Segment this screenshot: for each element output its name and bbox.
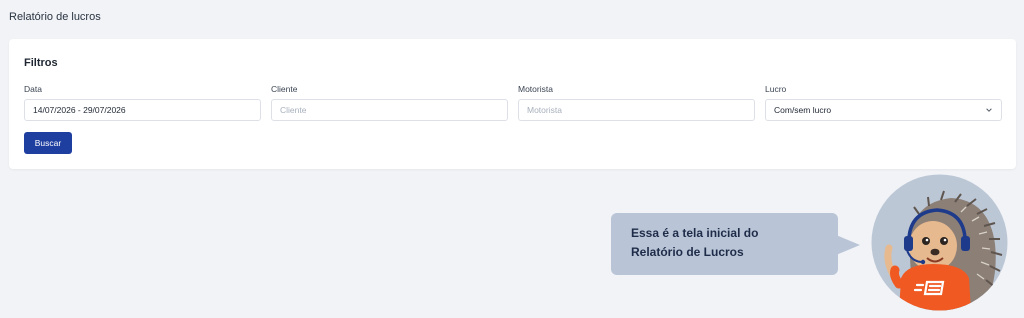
chevron-down-icon xyxy=(986,108,992,112)
client-label: Cliente xyxy=(271,84,298,94)
client-field-group: Cliente Cliente xyxy=(271,84,508,121)
driver-field-group: Motorista Motorista xyxy=(518,84,755,121)
page-title: Relatório de lucros xyxy=(9,11,101,23)
date-range-input[interactable]: 14/07/2026 - 29/07/2026 xyxy=(24,99,261,121)
profit-label: Lucro xyxy=(765,84,787,94)
filters-card: Filtros Data 14/07/2026 - 29/07/2026 Cli… xyxy=(9,39,1016,169)
search-button[interactable]: Buscar xyxy=(24,132,72,154)
assistant-speech-bubble: Essa é a tela inicial do Relatório de Lu… xyxy=(611,213,838,275)
date-label: Data xyxy=(24,84,42,94)
profit-select-value: Com/sem lucro xyxy=(774,105,832,115)
driver-input[interactable]: Motorista xyxy=(518,99,755,121)
date-field-group: Data 14/07/2026 - 29/07/2026 xyxy=(24,84,261,121)
assistant-message-line-1: Essa é a tela inicial do xyxy=(631,226,759,240)
profit-field-group: Lucro Com/sem lucro xyxy=(765,84,1002,121)
hedgehog-mascot-avatar xyxy=(871,174,1008,311)
speech-bubble-tail xyxy=(836,235,860,255)
filters-title: Filtros xyxy=(24,57,58,69)
driver-label: Motorista xyxy=(518,84,553,94)
profit-select[interactable]: Com/sem lucro xyxy=(765,99,1002,121)
client-input[interactable]: Cliente xyxy=(271,99,508,121)
assistant-message-line-2: Relatório de Lucros xyxy=(631,245,744,259)
